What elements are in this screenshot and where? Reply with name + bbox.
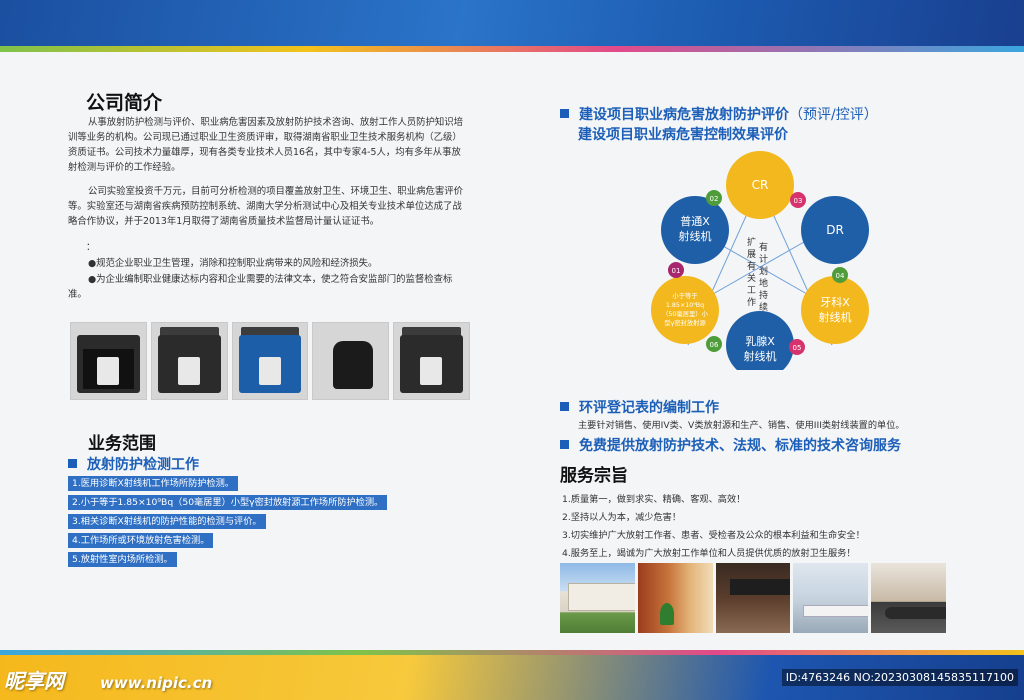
radiation-detection-heading: 放射防护检测工作 [68,454,199,474]
dental-node-label-1: 牙科X [820,295,850,309]
square-bullet-icon [68,459,77,468]
dr-node-label: DR [826,223,844,237]
top-decorative-band [0,0,1024,52]
evaluation-heading: 建设项目职业病危害放射防护评价（预评/控评） [560,104,878,124]
company-bullet-2: ●为企业编制职业健康达标内容和企业需要的法律文本，使之符合安监部门的监督检查标准… [68,274,453,300]
business-scope-title: 业务范围 [88,434,156,454]
gamma-node-label-3: （50毫居里）小 [662,309,708,318]
number-badge-05-label: 05 [793,344,802,352]
number-badge-04-label: 04 [836,272,845,280]
purpose-item-2: 2.坚持以人为本，减少危害！ [562,512,682,523]
cr-node-label: CR [752,178,769,192]
reception-photo [637,563,713,633]
mammo-node-label-1: 乳腺X [745,334,775,348]
purpose-item-3: 3.切实维护广大放射工作者、患者、受检者及公众的根本利益和生命安全！ [562,530,865,541]
meeting-table [885,607,946,619]
square-bullet-icon [560,440,569,449]
gamma-node-label-4: 型γ密封放射源 [664,318,706,327]
office-photos [560,563,946,633]
dosimeter-device [420,357,443,385]
meeting-room-photo [871,563,946,633]
evaluation-heading-light: （预评/控评） [789,107,878,123]
square-bullet-icon [560,402,569,411]
company-intro-para-2: 公司实验室投资千万元，目前可分析检测的项目覆盖放射卫生、环境卫生、职业病危害评价… [68,186,464,227]
bottom-color-stripes [0,650,1024,655]
gamma-node [651,276,719,344]
watermark-logo: 昵享网 [4,669,64,693]
top-color-stripes [0,46,1024,52]
desk-shape [803,605,869,617]
environment-heading: 环评登记表的编制工作 [560,397,719,417]
survey-meter [258,357,281,385]
company-intro-title: 公司简介 [86,92,163,114]
environment-text: 主要针对销售、使用IV类、V类放射源和生产、销售、使用III类射线装置的单位。 [578,420,905,431]
equipment-photo-5 [393,322,470,400]
office-building-photo [560,563,635,633]
business-item-3: 3.相关诊断X射线机的防护性能的检测与评价。 [68,514,266,529]
radiation-detection-heading-text: 放射防护检测工作 [87,457,199,473]
purpose-item-1: 1.质量第一，做到求实、精确、客观、高效！ [562,494,746,505]
business-item-4: 4.工作场所或环境放射危害检测。 [68,533,214,548]
purpose-item-4: 4.服务至上，竭诚为广大放射工作单位和人员提供优质的放射卫生服务！ [562,548,856,559]
company-intro-para-1: 从事放射防护检测与评价、职业病危害因素及放射防护技术咨询、放射工作人员防护知识培… [68,117,464,173]
number-badge-03-label: 03 [794,197,803,205]
equipment-photo-2 [150,322,228,400]
watermark-id: ID:4763246 NO:20230308145835117100 [781,669,1018,686]
evaluation-heading-main: 建设项目职业病危害放射防护评价 [579,107,789,123]
company-intro-colon: ： [86,242,96,253]
gamma-node-label-2: 1.85×10⁹Bq [666,302,704,309]
number-badge-02-label: 02 [710,195,719,203]
dental-node [801,276,869,344]
equipment-photo-1 [70,322,147,400]
office-desks-photo [793,563,869,633]
company-bullet-1: ●规范企业职业卫生管理，消除和控制职业病带来的风险和经济损失。 [88,258,378,269]
mammo-node-label-2: 射线机 [744,349,777,363]
xray-node-label-1: 普通X [680,214,710,228]
bottom-decorative-band: 昵享网 www.nipic.cn ID:4763246 NO:202303081… [0,650,1024,700]
consulting-heading-text: 免费提供放射防护技术、法规、标准的技术咨询服务 [579,438,901,454]
business-item-5: 5.放射性室内场所检测。 [68,552,177,567]
diagram-center-text: 扩展有关工作 有计划地持续 [747,236,768,313]
equipment-photo-3 [231,322,309,400]
service-purpose-title: 服务宗旨 [560,466,628,486]
protective-bag [333,341,374,389]
watermark-url: www.nipic.cn [100,674,213,692]
equipment-photo-4 [312,322,390,400]
meter-device [177,357,200,385]
company-sign-photo [715,563,791,633]
plant-shape [659,603,674,625]
dental-node-label-2: 射线机 [819,310,852,324]
environment-heading-text: 环评登记表的编制工作 [579,400,719,416]
equipment-photos [70,322,470,400]
number-badge-06-label: 06 [710,341,719,349]
square-bullet-icon [560,109,569,118]
services-diagram: CR 普通X 射线机 DR 小于等于 1.85×10⁹Bq （50毫居里）小 型… [651,151,869,370]
gamma-node-label-1: 小于等于 [672,291,697,300]
sign-board [729,579,790,595]
number-badge-01-label: 01 [672,267,681,275]
building-shape [568,583,635,611]
detector-device [97,357,119,385]
business-item-1: 1.医用诊断X射线机工作场所防护检测。 [68,476,239,491]
consulting-heading: 免费提供放射防护技术、法规、标准的技术咨询服务 [560,435,901,455]
business-item-2: 2.小于等于1.85×10⁹Bq（50毫居里）小型γ密封放射源工作场所防护检测。 [68,495,388,510]
xray-node-label-2: 射线机 [679,229,712,243]
